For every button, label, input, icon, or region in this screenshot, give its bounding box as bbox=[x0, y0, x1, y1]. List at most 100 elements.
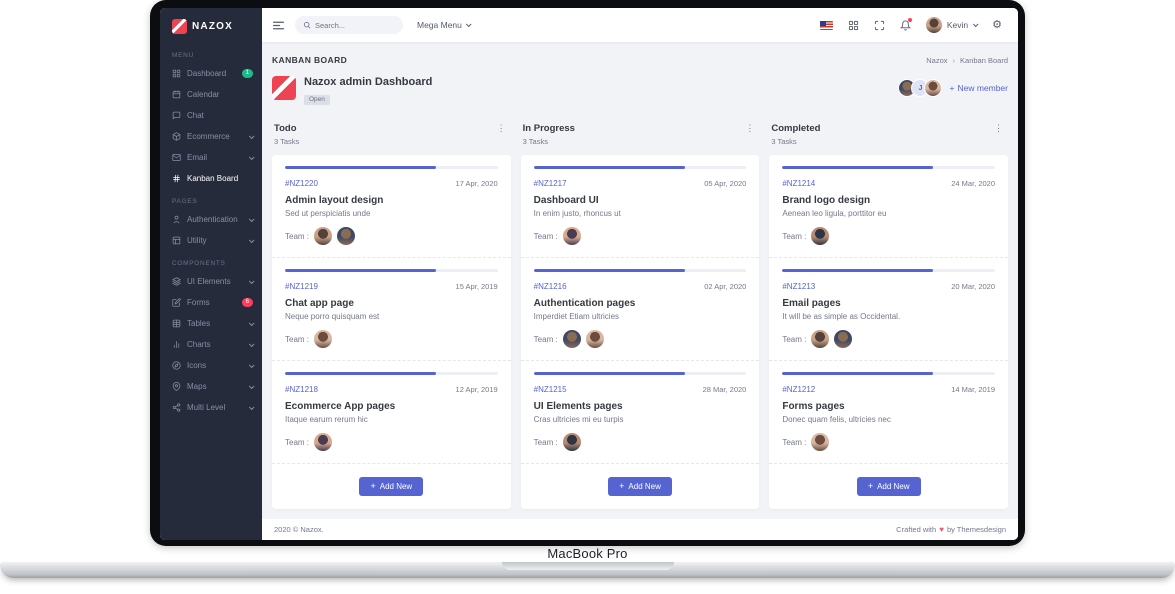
column-title-group: Todo 3 Tasks bbox=[274, 123, 299, 146]
menu-toggle-button[interactable] bbox=[272, 19, 285, 32]
column-body: #NZ1217 05 Apr, 2020 Dashboard UI In enim j… bbox=[520, 155, 760, 509]
sidebar-item-charts[interactable]: Charts bbox=[160, 334, 262, 355]
caret-down-icon bbox=[973, 21, 979, 28]
column-menu-icon[interactable]: ⋮ bbox=[494, 123, 509, 146]
task-card[interactable]: #NZ1218 12 Apr, 2019 Ecommerce App pages It… bbox=[272, 361, 511, 464]
add-new-row: + Add New bbox=[272, 464, 511, 509]
sidebar: NAZOX MENU Dashboard 1 Calendar Chat Ecommerc… bbox=[160, 8, 262, 540]
task-id-link[interactable]: #NZ1220 bbox=[285, 179, 318, 188]
task-card[interactable]: #NZ1217 05 Apr, 2020 Dashboard UI In enim j… bbox=[520, 155, 760, 258]
notifications-button[interactable] bbox=[899, 17, 912, 31]
column-menu-icon[interactable]: ⋮ bbox=[742, 123, 757, 146]
fullscreen-button[interactable] bbox=[874, 20, 885, 31]
breadcrumb-current: Kanban Board bbox=[960, 55, 1008, 65]
task-description: Aenean leo ligula, porttitor eu bbox=[782, 209, 887, 218]
sidebar-item-ui-elements[interactable]: UI Elements bbox=[160, 271, 262, 292]
member-avatar bbox=[811, 433, 830, 451]
sidebar-item-ecommerce[interactable]: Ecommerce bbox=[160, 126, 262, 147]
sidebar-item-utility[interactable]: Utility bbox=[160, 230, 262, 251]
task-id-link[interactable]: #NZ1219 bbox=[285, 282, 318, 291]
page-header: KANBAN BOARD Nazox › Kanban Board bbox=[272, 52, 1008, 68]
sidebar-item-dashboard[interactable]: Dashboard 1 bbox=[160, 63, 262, 84]
search-icon bbox=[303, 21, 311, 29]
task-card[interactable]: #NZ1216 02 Apr, 2020 Authentication pages I… bbox=[520, 258, 760, 361]
multilevel-icon bbox=[172, 403, 181, 412]
ui-elements-icon bbox=[172, 277, 181, 286]
utility-icon bbox=[172, 236, 181, 245]
chevron-down-icon bbox=[248, 403, 255, 410]
task-card[interactable]: #NZ1215 28 Mar, 2020 UI Elements pages Cras… bbox=[520, 361, 760, 464]
task-date: 02 Apr, 2020 bbox=[704, 282, 747, 291]
breadcrumb-parent[interactable]: Nazox bbox=[926, 56, 947, 65]
column-body: #NZ1214 24 Mar, 2020 Brand logo design Aene… bbox=[769, 155, 1009, 509]
icons-icon bbox=[172, 361, 181, 370]
column-menu-icon[interactable]: ⋮ bbox=[991, 123, 1006, 146]
sidebar-item-label: Calendar bbox=[187, 90, 220, 99]
task-progress-fill bbox=[782, 372, 934, 375]
notification-dot bbox=[907, 17, 912, 22]
user-name: Kevin bbox=[946, 20, 969, 30]
team-avatar-group[interactable]: J bbox=[898, 79, 943, 97]
task-date: 05 Apr, 2020 bbox=[704, 179, 747, 188]
task-description: Itaque earum rerum hic bbox=[285, 415, 368, 424]
sidebar-item-forms[interactable]: Forms 6 bbox=[160, 292, 262, 313]
sidebar-item-tables[interactable]: Tables bbox=[160, 313, 262, 334]
task-id-link[interactable]: #NZ1214 bbox=[782, 179, 815, 188]
task-date: 15 Apr, 2019 bbox=[455, 282, 498, 291]
task-card[interactable]: #NZ1214 24 Mar, 2020 Brand logo design Aene… bbox=[769, 155, 1009, 258]
sidebar-item-calendar[interactable]: Calendar bbox=[160, 84, 262, 105]
sidebar-item-label: Tables bbox=[187, 319, 211, 328]
task-card[interactable]: #NZ1213 20 Mar, 2020 Email pages It will be… bbox=[769, 258, 1009, 361]
task-progress-fill bbox=[782, 269, 934, 272]
task-title: UI Elements pages bbox=[533, 401, 623, 412]
task-team: Team : bbox=[285, 330, 498, 348]
team-label: Team : bbox=[285, 231, 310, 241]
new-member-button[interactable]: + New member bbox=[949, 83, 1008, 93]
column-task-count: 3 Tasks bbox=[274, 137, 300, 146]
task-id-link[interactable]: #NZ1217 bbox=[534, 179, 567, 188]
task-title: Brand logo design bbox=[782, 195, 871, 206]
board-logo-icon bbox=[272, 76, 296, 100]
task-description: Donec quam felis, ultricies nec bbox=[782, 415, 891, 424]
task-id-link[interactable]: #NZ1218 bbox=[285, 385, 318, 394]
user-menu-button[interactable]: Kevin bbox=[925, 17, 979, 33]
task-card[interactable]: #NZ1219 15 Apr, 2019 Chat app page Neque po… bbox=[272, 258, 511, 361]
task-card[interactable]: #NZ1220 17 Apr, 2020 Admin layout design Se… bbox=[272, 155, 511, 258]
column-header: Todo 3 Tasks ⋮ bbox=[272, 122, 511, 146]
search-input[interactable] bbox=[315, 20, 395, 30]
task-id-link[interactable]: #NZ1216 bbox=[534, 282, 567, 291]
sidebar-item-chat[interactable]: Chat bbox=[160, 105, 262, 126]
sidebar-item-label: Chat bbox=[187, 111, 204, 120]
app-window: NAZOX MENU Dashboard 1 Calendar Chat Ecommerc… bbox=[160, 8, 1018, 540]
add-new-button[interactable]: + Add New bbox=[359, 477, 424, 496]
task-date: 28 Mar, 2020 bbox=[702, 385, 747, 394]
brand-logo[interactable]: NAZOX bbox=[160, 8, 262, 43]
task-progress-bar bbox=[782, 166, 996, 169]
sidebar-item-maps[interactable]: Maps bbox=[160, 376, 262, 397]
add-new-button[interactable]: + Add New bbox=[856, 477, 921, 496]
plus-icon: + bbox=[867, 481, 874, 491]
sidebar-item-authentication[interactable]: Authentication bbox=[160, 209, 262, 230]
sidebar-item-email[interactable]: Email bbox=[160, 147, 262, 168]
task-meta-row: #NZ1216 02 Apr, 2020 bbox=[534, 282, 747, 291]
task-id-link[interactable]: #NZ1213 bbox=[782, 282, 815, 291]
mega-menu-label: Mega Menu bbox=[417, 20, 462, 30]
sidebar-item-icons[interactable]: Icons bbox=[160, 355, 262, 376]
apps-grid-button[interactable] bbox=[848, 20, 859, 31]
language-flag-button[interactable] bbox=[819, 20, 833, 30]
credit-text: Crafted with ♥ by Themesdesign bbox=[896, 525, 1006, 534]
sidebar-item-multi-level[interactable]: Multi Level bbox=[160, 397, 262, 418]
settings-button[interactable]: ⚙ bbox=[992, 19, 1002, 31]
add-new-button[interactable]: + Add New bbox=[608, 477, 672, 496]
task-id-link[interactable]: #NZ1215 bbox=[534, 385, 567, 394]
task-description: Neque porro quisquam est bbox=[285, 312, 380, 321]
mega-menu-button[interactable]: Mega Menu bbox=[417, 20, 472, 30]
task-card[interactable]: #NZ1212 14 Mar, 2019 Forms pages Donec quam… bbox=[769, 361, 1009, 464]
sidebar-item-kanban-board[interactable]: Kanban Board bbox=[160, 168, 262, 189]
task-id-link[interactable]: #NZ1212 bbox=[782, 385, 815, 394]
column-task-count: 3 Tasks bbox=[522, 137, 548, 146]
kanban-column-in-progress: In Progress 3 Tasks ⋮ #NZ1217 05 Apr, 2020 Da… bbox=[520, 122, 760, 509]
task-progress-bar bbox=[285, 269, 498, 272]
search-box[interactable] bbox=[295, 16, 403, 34]
task-title: Dashboard UI bbox=[533, 195, 599, 206]
